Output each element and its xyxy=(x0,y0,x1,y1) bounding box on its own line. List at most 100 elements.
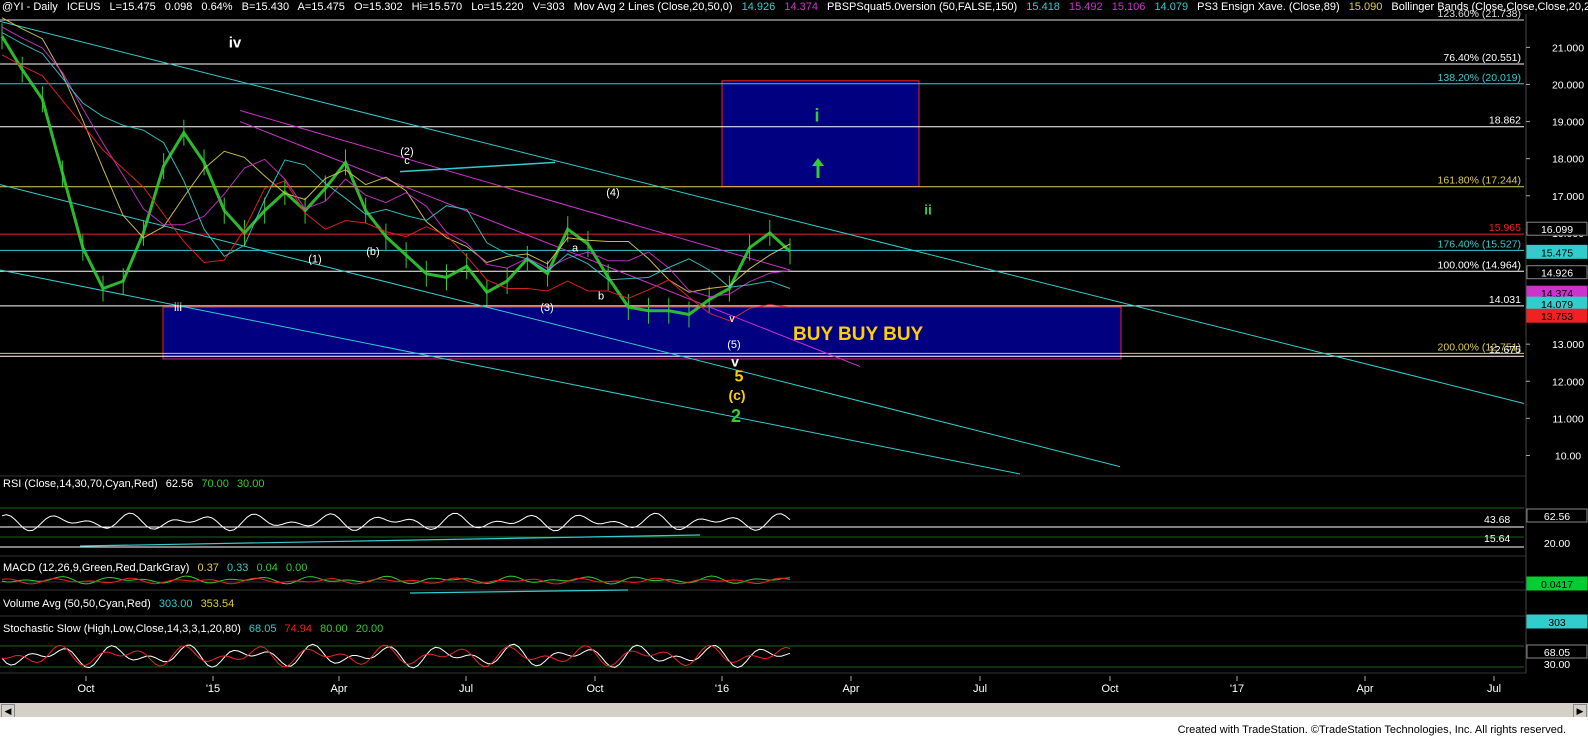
level-label: 76.40% (20.551) xyxy=(1443,52,1521,64)
level-label: 138.20% (20.019) xyxy=(1438,72,1521,84)
wave-label: i xyxy=(814,106,819,126)
header-chg: 0.098 xyxy=(164,1,193,13)
header-ps3-label: PS3 Ensign Xave. (Close,89) xyxy=(1197,1,1340,13)
wave-label: (c) xyxy=(728,387,745,403)
y-tick-label: 13.000 xyxy=(1552,339,1584,351)
x-tick-label: Apr xyxy=(1356,683,1373,695)
wave-label: (1) xyxy=(308,254,321,266)
indicator-line xyxy=(1,512,791,532)
rsi-level-label: 43.68 xyxy=(1484,514,1510,526)
wave-label: ii xyxy=(924,201,932,217)
macd-zero: 0.00 xyxy=(285,562,308,574)
x-tick-label: Oct xyxy=(586,683,603,695)
wave-label: 2 xyxy=(731,406,741,426)
rsi-value: 62.56 xyxy=(165,478,194,490)
stoch-upper: 80.00 xyxy=(320,623,348,635)
volume-value: 303.00 xyxy=(158,598,193,610)
wave-label: iv xyxy=(229,34,242,51)
wave-label: (5) xyxy=(727,339,740,351)
y-tick-label: 19.000 xyxy=(1552,117,1584,129)
scroll-left-icon[interactable]: ◀ xyxy=(1,704,15,718)
level-label: 14.031 xyxy=(1489,294,1521,306)
macd-signal: 0.33 xyxy=(227,562,249,574)
price-badge-label: 16.099 xyxy=(1541,224,1573,236)
header-pbs2: 15.492 xyxy=(1069,1,1103,13)
level-label: 161.80% (17.244) xyxy=(1438,175,1521,187)
horizontal-scrollbar[interactable]: ◀ ▶ xyxy=(0,703,1588,718)
header-pbs1: 15.418 xyxy=(1026,1,1060,13)
chart-header: @YI - Daily ICEUS L=15.475 0.098 0.64% B… xyxy=(2,1,1588,13)
y-tick-label: 18.000 xyxy=(1552,154,1584,166)
wave-label: v xyxy=(731,353,739,369)
stoch-badge-label: 68.05 xyxy=(1544,647,1570,659)
header-bid: B=15.430 xyxy=(241,1,290,13)
wave-label: b xyxy=(598,291,604,303)
wave-label: a xyxy=(572,242,579,254)
rsi-title: RSI (Close,14,30,70,Cyan,Red) xyxy=(3,478,158,490)
rsi-upper: 70.00 xyxy=(201,478,229,490)
header-hi: Hi=15.570 xyxy=(411,1,463,13)
price-badge-label: 14.926 xyxy=(1541,268,1573,280)
x-tick-label: Apr xyxy=(330,683,347,695)
macd-value: 0.37 xyxy=(197,562,219,574)
rsi-lower: 30.00 xyxy=(236,478,265,490)
rsi-trend-line xyxy=(79,534,701,547)
volume-title: Volume Avg (50,50,Cyan,Red) xyxy=(3,598,151,610)
price-series xyxy=(0,35,792,317)
target-box xyxy=(721,80,920,187)
stoch-axis-label: 30.00 xyxy=(1544,659,1570,671)
x-tick-label: Oct xyxy=(1101,683,1118,695)
wave-label: 5 xyxy=(735,368,744,385)
x-tick-label: '17 xyxy=(1230,683,1244,695)
x-tick-label: Oct xyxy=(77,683,94,695)
header-vol: V=303 xyxy=(532,1,565,13)
header-last: L=15.475 xyxy=(109,1,156,13)
header-pbs-label: PBSPSquat5.0version (50,FALSE,150) xyxy=(827,1,1018,13)
footer-credit: Created with TradeStation. ©TradeStation… xyxy=(1177,724,1566,736)
y-tick-label: 11.000 xyxy=(1552,413,1583,425)
header-open: O=15.302 xyxy=(353,1,403,13)
macd-title: MACD (12,26,9,Green,Red,DarkGray) xyxy=(3,562,190,574)
header-pbs4: 14.079 xyxy=(1154,1,1189,13)
header-symbol: @YI - Daily xyxy=(2,1,58,13)
header-ma-label: Mov Avg 2 Lines (Close,20,50,0) xyxy=(573,1,733,13)
header-pbs3: 15.106 xyxy=(1111,1,1146,13)
y-tick-label: 10.00 xyxy=(1555,450,1581,462)
indicator-line xyxy=(1,644,791,668)
price-badge-label: 13.753 xyxy=(1541,311,1573,323)
scroll-right-icon[interactable]: ▶ xyxy=(1573,704,1587,718)
stoch-lower: 20.00 xyxy=(355,623,384,635)
wave-label: v xyxy=(729,313,735,325)
wave-label: (4) xyxy=(606,187,619,199)
level-label: 100.00% (14.964) xyxy=(1438,259,1521,271)
x-tick-label: '16 xyxy=(715,683,729,695)
channel-line-lower xyxy=(0,269,1021,475)
y-tick-label: 17.000 xyxy=(1552,191,1584,203)
level-label: 176.40% (15.527) xyxy=(1438,238,1521,250)
level-label: 15.965 xyxy=(1489,222,1521,234)
level-label: 12.675 xyxy=(1489,344,1521,356)
rsi-badge-label: 62.56 xyxy=(1544,511,1570,523)
indicator-line xyxy=(1,26,791,298)
rsi-label: RSI (Close,14,30,70,Cyan,Red) 62.56 70.0… xyxy=(3,478,269,490)
x-tick-label: Jul xyxy=(1487,683,1501,695)
macd-badge-label: 0.0417 xyxy=(1541,579,1573,591)
header-pct: 0.64% xyxy=(201,1,233,13)
y-tick-label: 12.000 xyxy=(1552,376,1584,388)
macd-label: MACD (12,26,9,Green,Red,DarkGray) 0.37 0… xyxy=(3,562,312,574)
wave-label: (3) xyxy=(540,302,553,314)
indicator-line xyxy=(1,17,791,293)
header-bb-label: Bollinger Bands (Close,Close,Close,20,2,… xyxy=(1391,1,1588,13)
volume-avg: 353.54 xyxy=(200,598,235,610)
stoch-d: 74.94 xyxy=(284,623,313,635)
header-exchange: ICEUS xyxy=(66,1,101,13)
y-tick-label: 20.000 xyxy=(1552,79,1584,91)
target-box xyxy=(162,306,1122,360)
rsi-level-label: 15.64 xyxy=(1484,533,1510,545)
buy-zone-label: BUY BUY BUY xyxy=(793,324,924,345)
x-tick-label: '15 xyxy=(206,683,220,695)
header-ps3: 15.090 xyxy=(1348,1,1383,13)
volume-badge-label: 303 xyxy=(1548,617,1566,629)
header-ma2: 14.374 xyxy=(784,1,818,13)
wave-label: (b) xyxy=(366,246,379,258)
